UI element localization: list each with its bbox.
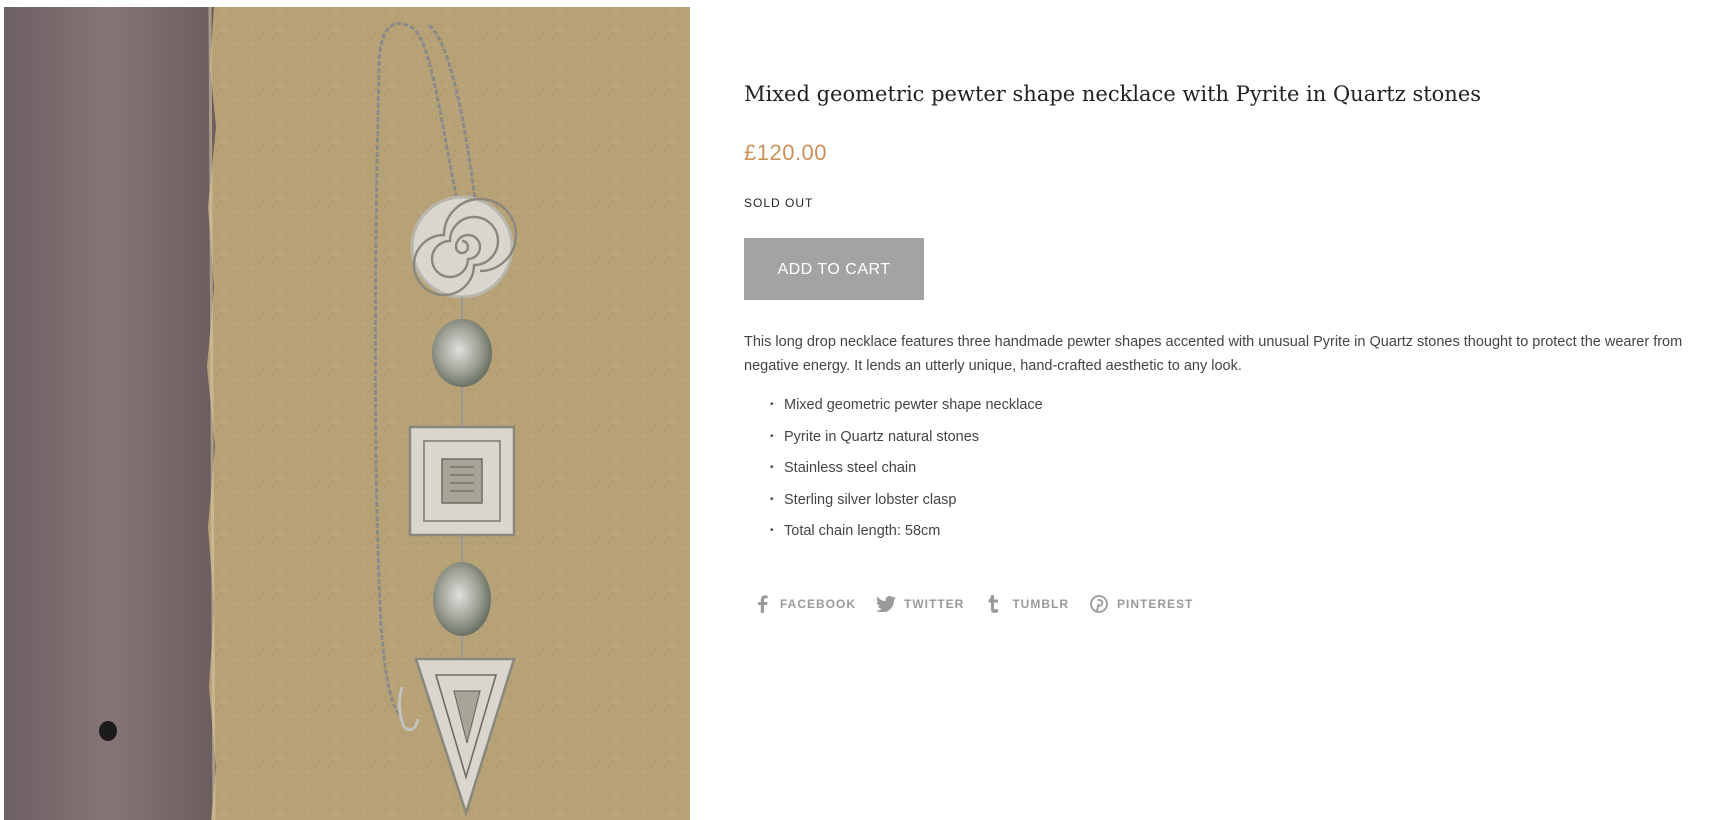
feature-text: Pyrite in Quartz natural stones — [784, 428, 980, 445]
feature-list: • Mixed geometric pewter shape necklace •… — [744, 393, 1043, 551]
feature-text: Stainless steel chain — [784, 460, 917, 476]
bullet-icon: • — [770, 430, 774, 442]
share-tumblr-label: TUMBLR — [1012, 597, 1069, 611]
share-facebook-label: FACEBOOK — [780, 597, 857, 611]
bullet-icon: • — [770, 399, 774, 410]
twitter-icon — [876, 594, 897, 614]
share-twitter-label: TWITTER — [904, 597, 965, 611]
share-pinterest-link[interactable]: PINTEREST — [1089, 594, 1193, 614]
bullet-icon: • — [770, 525, 774, 536]
list-item: • Sterling silver lobster clasp — [744, 488, 1043, 520]
share-links: FACEBOOK TWITTER TUMBLR PINTEREST — [752, 594, 1213, 614]
add-to-cart-button[interactable]: ADD TO CART — [744, 238, 924, 300]
share-pinterest-label: PINTEREST — [1117, 597, 1194, 611]
feature-text: Sterling silver lobster clasp — [784, 491, 957, 508]
share-facebook-link[interactable]: FACEBOOK — [752, 594, 856, 614]
tumblr-icon — [984, 594, 1004, 614]
share-twitter-link[interactable]: TWITTER — [876, 594, 964, 614]
share-tumblr-link[interactable]: TUMBLR — [984, 594, 1069, 614]
feature-text: Mixed geometric pewter shape necklace — [784, 397, 1043, 413]
feature-text: Total chain length: 58cm — [784, 523, 941, 539]
product-description: This long drop necklace features three h… — [744, 334, 1683, 374]
list-item: • Total chain length: 58cm — [744, 519, 1043, 551]
pinterest-icon — [1089, 594, 1109, 614]
list-item: • Pyrite in Quartz natural stones — [744, 425, 1043, 457]
list-item: • Mixed geometric pewter shape necklace — [744, 393, 1043, 425]
bullet-icon: • — [770, 462, 774, 473]
facebook-icon — [752, 594, 772, 614]
bullet-icon: • — [770, 493, 774, 505]
stock-status: SOLD OUT — [744, 196, 814, 210]
list-item: • Stainless steel chain — [744, 456, 1043, 488]
product-price: £120.00 — [744, 140, 828, 165]
product-image[interactable] — [4, 7, 690, 820]
product-title: Mixed geometric pewter shape necklace wi… — [744, 82, 1482, 106]
